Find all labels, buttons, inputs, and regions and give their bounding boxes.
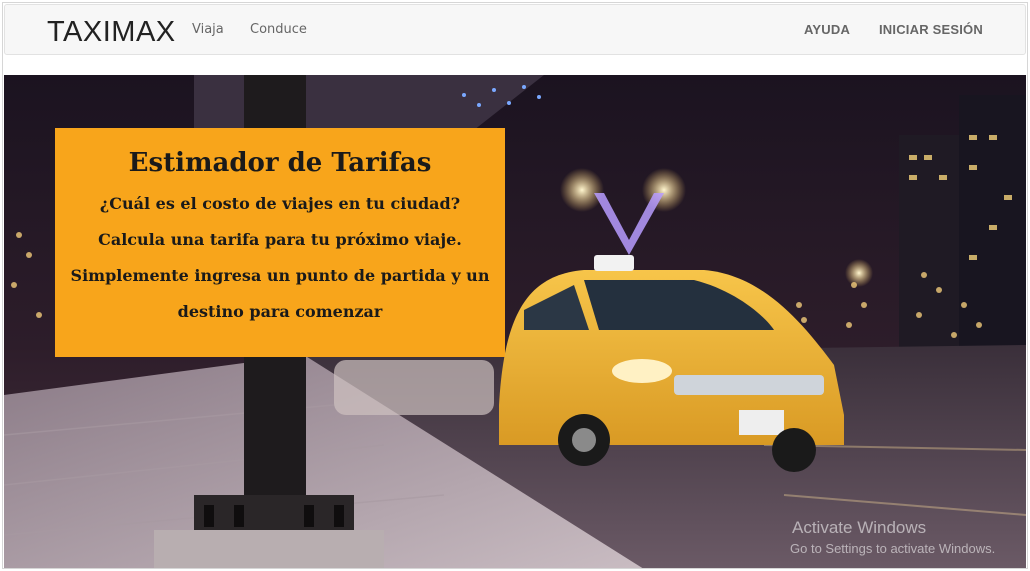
fare-estimator-box: Estimador de Tarifas ¿Cuál es el costo d… xyxy=(55,128,505,357)
nav-link-ayuda[interactable]: AYUDA xyxy=(804,22,850,37)
windows-watermark-subtitle: Go to Settings to activate Windows. xyxy=(790,541,996,556)
fare-line: Simplemente ingresa un punto de partida … xyxy=(70,266,490,285)
nav-link-viaja[interactable]: Viaja xyxy=(192,22,224,37)
nav-link-iniciar-sesion[interactable]: INICIAR SESIÓN xyxy=(879,22,983,37)
nav-link-conduce[interactable]: Conduce xyxy=(250,22,307,37)
fare-line: destino para comenzar xyxy=(177,302,383,321)
fare-line: Calcula una tarifa para tu próximo viaje… xyxy=(98,230,462,249)
windows-watermark-title: Activate Windows xyxy=(792,518,927,537)
brand-logo[interactable]: TAXIMAX xyxy=(47,16,176,49)
fare-estimator-title: Estimador de Tarifas xyxy=(128,148,432,178)
hero-banner: Estimador de Tarifas ¿Cuál es el costo d… xyxy=(4,75,1026,568)
browser-frame: TAXIMAX Viaja Conduce AYUDA INICIAR SESI… xyxy=(2,2,1028,569)
fare-estimator-description: ¿Cuál es el costo de viajes en tu ciudad… xyxy=(55,186,505,330)
fare-line: ¿Cuál es el costo de viajes en tu ciudad… xyxy=(99,194,461,213)
navbar: TAXIMAX Viaja Conduce AYUDA INICIAR SESI… xyxy=(4,4,1026,55)
